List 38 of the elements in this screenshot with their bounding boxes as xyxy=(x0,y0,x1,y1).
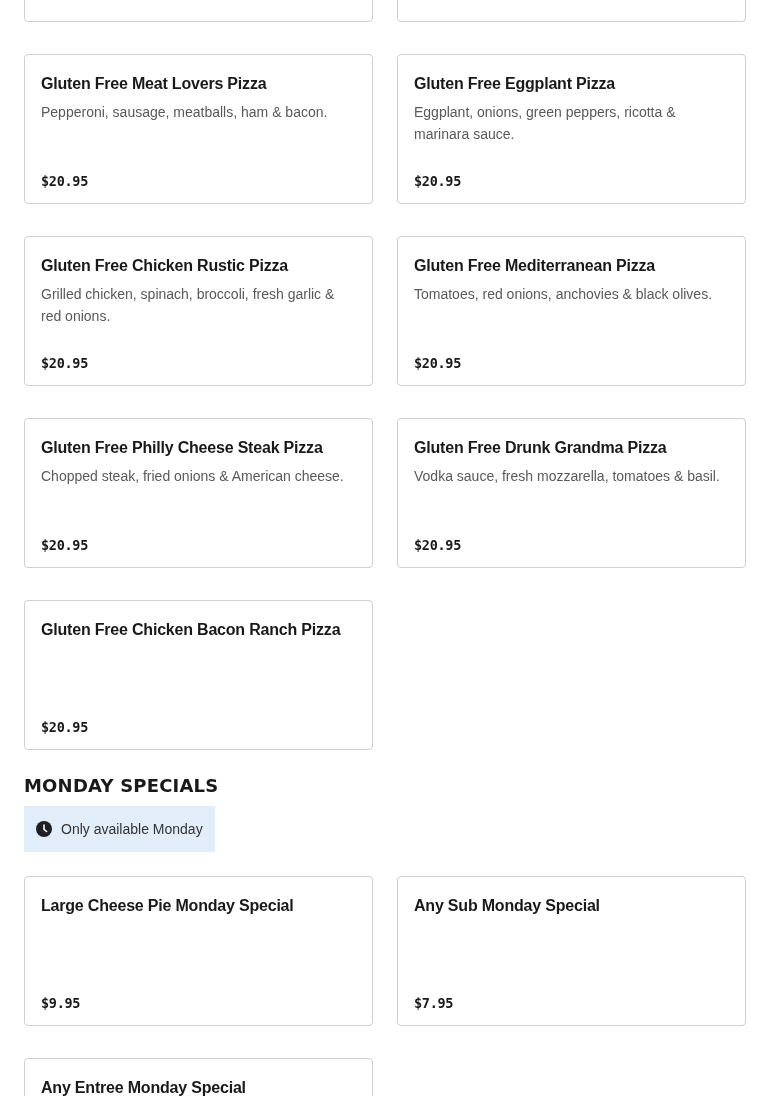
item-name: Gluten Free Chicken Bacon Ranch Pizza xyxy=(41,620,342,640)
item-name: Gluten Free Philly Cheese Steak Pizza xyxy=(41,438,324,458)
item-name: Gluten Free Eggplant Pizza xyxy=(414,74,617,94)
item-description: Eggplant, onions, green peppers, ricotta & marinara sauce. xyxy=(414,103,677,144)
item-name: Gluten Free Mediterranean Pizza xyxy=(414,256,657,276)
item-card[interactable]: Gluten Free Chicken Rustic Pizza Grilled chicken, spinach, broccoli, fresh garlic & red onions. $20.95 xyxy=(24,236,373,386)
item-price: $20.95 xyxy=(41,173,89,189)
item-price: $7.95 xyxy=(414,995,455,1011)
item-price: $20.95 xyxy=(414,173,462,189)
item-description: Pepperoni, sausage, meatballs, ham & bacon. xyxy=(41,103,329,122)
item-price: $9.95 xyxy=(41,995,82,1011)
item-description: Chopped steak, fried onions & American cheese. xyxy=(41,467,345,486)
item-card[interactable]: Gluten Free Drunk Grandma Pizza Vodka sauce, fresh mozzarella, tomatoes & basil. $20.95 xyxy=(397,418,746,568)
item-card[interactable]: Gluten Free Mediterranean Pizza Tomatoes, red onions, anchovies & black olives. $20.95 xyxy=(397,236,746,386)
item-card[interactable]: Gluten Free Philly Cheese Steak Pizza Chopped steak, fried onions & American cheese. $20.95 xyxy=(24,418,373,568)
item-card[interactable]: Large Cheese Pie Monday Special $9.95 xyxy=(24,876,373,1026)
item-price: $20.95 xyxy=(41,537,89,553)
item-price: $20.95 xyxy=(41,719,89,735)
section-heading: MONDAY SPECIALS xyxy=(24,774,220,798)
item-card[interactable]: Gluten Free Meat Lovers Pizza Pepperoni, sausage, meatballs, ham & bacon. $20.95 xyxy=(24,54,373,204)
item-name: Any Entree Monday Special xyxy=(41,1078,247,1096)
item-name: Gluten Free Drunk Grandma Pizza xyxy=(414,438,668,458)
item-price: $20.95 xyxy=(41,355,89,371)
item-name: Any Sub Monday Special xyxy=(414,896,601,916)
item-name: Gluten Free Chicken Rustic Pizza xyxy=(41,256,290,276)
item-card[interactable]: Gluten Free Chicken Bacon Ranch Pizza $20.95 xyxy=(24,600,373,750)
notice-text: Only available Monday xyxy=(61,821,203,837)
item-name: Large Cheese Pie Monday Special xyxy=(41,896,295,916)
item-price: $20.95 xyxy=(414,537,462,553)
clock-icon xyxy=(36,821,52,837)
item-card[interactable]: Gluten Free Eggplant Pizza Eggplant, onions, green peppers, ricotta & marinara sauce. $20.95 xyxy=(397,54,746,204)
item-card[interactable]: Any Entree Monday Special xyxy=(24,1058,373,1096)
item-description: Grilled chicken, spinach, broccoli, fresh garlic & red onions. xyxy=(41,285,336,326)
item-price: $20.95 xyxy=(414,355,462,371)
item-card[interactable]: Any Sub Monday Special $7.95 xyxy=(397,876,746,1026)
item-description: Vodka sauce, fresh mozzarella, tomatoes & basil. xyxy=(414,467,721,486)
item-name: Gluten Free Meat Lovers Pizza xyxy=(41,74,268,94)
item-description: Tomatoes, red onions, anchovies & black olives. xyxy=(414,285,714,304)
